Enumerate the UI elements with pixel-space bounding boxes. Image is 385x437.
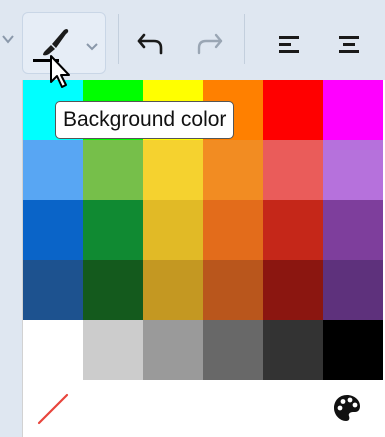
palette-footer bbox=[23, 380, 385, 437]
mouse-pointer-icon bbox=[50, 55, 70, 88]
color-swatch[interactable] bbox=[203, 200, 263, 260]
color-swatch[interactable] bbox=[23, 140, 83, 200]
color-swatch[interactable] bbox=[203, 320, 263, 380]
color-swatch[interactable] bbox=[143, 200, 203, 260]
color-swatch[interactable] bbox=[323, 200, 383, 260]
color-swatch[interactable] bbox=[143, 320, 203, 380]
color-swatch[interactable] bbox=[83, 140, 143, 200]
color-swatch[interactable] bbox=[263, 260, 323, 320]
tooltip: Background color bbox=[55, 101, 235, 139]
chevron-down-icon[interactable] bbox=[85, 41, 99, 53]
redo-icon[interactable] bbox=[194, 32, 224, 56]
slash-icon[interactable] bbox=[35, 392, 71, 426]
color-swatch[interactable] bbox=[263, 80, 323, 140]
align-center-icon[interactable] bbox=[339, 36, 361, 54]
color-swatch[interactable] bbox=[203, 140, 263, 200]
toolbar-separator bbox=[244, 14, 245, 64]
color-swatch[interactable] bbox=[323, 260, 383, 320]
chevron-down-icon[interactable] bbox=[1, 30, 15, 48]
color-swatch[interactable] bbox=[203, 260, 263, 320]
color-swatch[interactable] bbox=[323, 80, 383, 140]
color-swatch[interactable] bbox=[23, 200, 83, 260]
color-swatch[interactable] bbox=[263, 200, 323, 260]
undo-icon[interactable] bbox=[136, 32, 166, 56]
color-swatch[interactable] bbox=[263, 320, 323, 380]
color-swatch[interactable] bbox=[143, 140, 203, 200]
color-swatch[interactable] bbox=[323, 140, 383, 200]
palette-icon[interactable] bbox=[333, 394, 361, 422]
color-swatch[interactable] bbox=[323, 320, 383, 380]
color-swatch[interactable] bbox=[83, 320, 143, 380]
color-swatch[interactable] bbox=[143, 260, 203, 320]
align-left-icon[interactable] bbox=[279, 36, 301, 54]
color-swatch[interactable] bbox=[263, 140, 323, 200]
color-swatch[interactable] bbox=[23, 320, 83, 380]
toolbar-separator bbox=[118, 14, 119, 64]
color-swatch[interactable] bbox=[83, 260, 143, 320]
color-swatch[interactable] bbox=[83, 200, 143, 260]
color-swatch[interactable] bbox=[23, 260, 83, 320]
